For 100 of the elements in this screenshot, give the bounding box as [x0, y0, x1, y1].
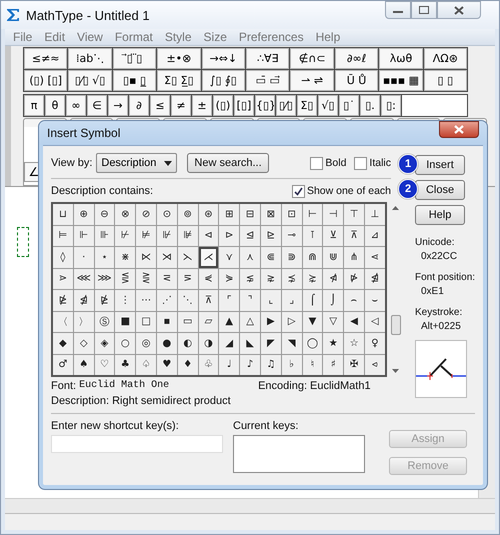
symbol-cell[interactable]: ⋬: [364, 268, 385, 289]
symbol-cell[interactable]: ⊪: [94, 226, 114, 246]
symbol-cell[interactable]: ⋖: [364, 247, 385, 268]
symbol-cell[interactable]: ⊕: [74, 204, 94, 224]
symbol-cell[interactable]: ⊮: [156, 226, 177, 246]
menu-item[interactable]: Style: [164, 30, 192, 44]
symbol-cell[interactable]: ⋟: [219, 268, 240, 289]
symbol-button[interactable]: ▯⁄▯: [276, 95, 296, 116]
symbol-cell[interactable]: ⋨: [282, 268, 302, 289]
symbol-cell[interactable]: ⋚: [115, 268, 136, 289]
symbol-cell[interactable]: ⊬: [115, 226, 136, 246]
symbol-cell[interactable]: ◈: [94, 333, 114, 354]
symbol-cell[interactable]: ▷: [282, 312, 302, 332]
new-search-button[interactable]: New search...: [187, 153, 269, 173]
palette-button[interactable]: ⁞ab⋱: [68, 48, 112, 69]
symbol-button[interactable]: π: [24, 95, 44, 116]
symbol-cell[interactable]: ⊿: [364, 226, 385, 246]
symbol-cell[interactable]: ⊲: [198, 226, 218, 246]
symbol-cell[interactable]: ·: [74, 247, 94, 268]
show-one-checkbox[interactable]: Show one of each: [292, 184, 391, 198]
symbol-cell[interactable]: ⋏: [240, 247, 260, 268]
symbol-cell[interactable]: ♭: [282, 354, 302, 375]
symbol-button[interactable]: →: [108, 95, 128, 116]
menu-item[interactable]: Preferences: [238, 30, 304, 44]
symbol-cell[interactable]: ⊙: [156, 204, 177, 224]
symbol-cell[interactable]: ♀: [364, 333, 385, 354]
symbol-cell[interactable]: ▼: [302, 312, 322, 332]
symbol-cell[interactable]: ⋒: [302, 247, 322, 268]
symbol-cell[interactable]: ⊗: [115, 204, 136, 224]
symbol-cell[interactable]: ⋐: [260, 247, 281, 268]
palette-button[interactable]: ∫▯ ∮▯: [202, 70, 246, 91]
symbol-cell[interactable]: ⊸: [282, 226, 302, 246]
symbol-cell[interactable]: ♩: [219, 354, 240, 375]
symbol-button[interactable]: Σ▯: [297, 95, 317, 116]
palette-button[interactable]: ▯▪ ▯̲: [112, 70, 156, 91]
symbol-cell[interactable]: 〈: [53, 312, 73, 332]
symbol-cell[interactable]: ♮: [302, 354, 322, 375]
symbol-cell[interactable]: ✠: [344, 354, 364, 375]
symbol-button[interactable]: θ: [45, 95, 65, 116]
symbol-cell[interactable]: ⋭: [94, 290, 114, 310]
symbol-cell[interactable]: ⌞: [260, 290, 281, 310]
symbol-cell[interactable]: ♠: [74, 354, 94, 375]
symbol-cell[interactable]: ⋙: [94, 268, 114, 289]
symbol-cell[interactable]: ⋪: [323, 268, 344, 289]
symbol-button[interactable]: ▯˙: [339, 95, 359, 116]
symbol-cell[interactable]: ◐: [178, 333, 198, 354]
symbol-cell[interactable]: ▶: [260, 312, 281, 332]
dialog-button[interactable]: Help: [415, 204, 465, 224]
symbol-cell[interactable]: ⊔: [53, 204, 73, 224]
symbol-cell[interactable]: ◆: [53, 333, 73, 354]
symbol-cell[interactable]: ◇: [74, 333, 94, 354]
symbol-cell[interactable]: ◎: [136, 333, 156, 354]
menu-item[interactable]: Edit: [44, 30, 66, 44]
symbol-cell[interactable]: ♪: [240, 354, 260, 375]
symbol-cell[interactable]: ◣: [240, 333, 260, 354]
symbol-button[interactable]: ▯.: [360, 95, 380, 116]
symbol-cell[interactable]: ■: [115, 312, 136, 332]
symbol-cell[interactable]: ⌜: [219, 290, 240, 310]
symbol-cell[interactable]: ♫: [260, 354, 281, 375]
symbol-cell[interactable]: ⋦: [240, 268, 260, 289]
symbol-cell[interactable]: ⊵: [260, 226, 281, 246]
symbol-cell[interactable]: ⋰: [156, 290, 177, 310]
symbol-cell[interactable]: ⌡: [323, 290, 344, 310]
symbol-cell[interactable]: ⊴: [240, 226, 260, 246]
symbol-cell[interactable]: ◤: [260, 333, 281, 354]
symbol-cell[interactable]: ⊤: [344, 204, 364, 224]
symbol-cell[interactable]: ⋞: [198, 268, 218, 289]
symbol-button[interactable]: ∞: [66, 95, 86, 116]
symbol-cell[interactable]: ⌢: [344, 290, 364, 310]
symbol-cell[interactable]: ◀: [344, 312, 364, 332]
symbol-cell[interactable]: ◯: [302, 333, 322, 354]
symbol-cell[interactable]: ⊻: [323, 226, 344, 246]
symbol-cell[interactable]: ★: [323, 333, 344, 354]
palette-button[interactable]: λωθ: [379, 48, 423, 69]
symbol-cell[interactable]: ♧: [198, 354, 218, 375]
symbol-cell[interactable]: ⋯: [136, 290, 156, 310]
dialog-button[interactable]: Insert: [415, 154, 465, 174]
symbol-cell[interactable]: ⋭: [53, 290, 73, 310]
symbol-cell[interactable]: ♣: [115, 354, 136, 375]
palette-button[interactable]: (▯) [▯]: [24, 70, 68, 91]
symbol-cell[interactable]: Ⓢ: [94, 312, 114, 332]
symbol-cell[interactable]: ⋊: [156, 247, 177, 268]
palette-button[interactable]: ±•⊗: [157, 48, 201, 69]
symbol-cell[interactable]: ⊩: [74, 226, 94, 246]
symbol-button[interactable]: ≤: [150, 95, 170, 116]
symbol-cell[interactable]: ◥: [282, 333, 302, 354]
symbol-cell[interactable]: ⋝: [178, 268, 198, 289]
symbol-cell[interactable]: ⊺: [302, 226, 322, 246]
menu-item[interactable]: Help: [316, 30, 340, 44]
symbol-button[interactable]: ±: [192, 95, 212, 116]
symbol-cell[interactable]: ⋗: [53, 268, 73, 289]
menu-item[interactable]: File: [13, 30, 32, 44]
symbol-cell[interactable]: ⊟: [240, 204, 260, 224]
symbol-cell[interactable]: ▭: [178, 312, 198, 332]
symbol-cell[interactable]: 〉: [74, 312, 94, 332]
symbol-cell[interactable]: ☆: [344, 333, 364, 354]
symbol-cell[interactable]: ●: [156, 333, 177, 354]
symbol-cell[interactable]: ◁: [364, 312, 385, 332]
symbol-cell[interactable]: ⋎: [219, 247, 240, 268]
symbol-cell[interactable]: ⊯: [178, 226, 198, 246]
